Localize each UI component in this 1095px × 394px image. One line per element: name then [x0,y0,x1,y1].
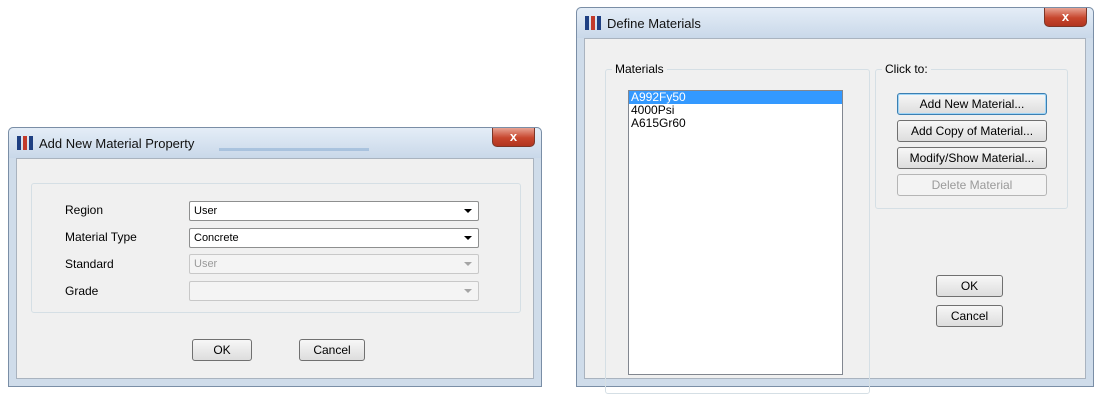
add-material-title: Add New Material Property [39,136,195,151]
define-materials-dialog: Define Materials x Materials A992Fy50 40… [576,7,1094,394]
materials-list[interactable]: A992Fy50 4000Psi A615Gr60 [628,90,843,375]
cancel-button[interactable]: Cancel [936,305,1003,327]
add-copy-material-button[interactable]: Add Copy of Material... [897,120,1047,142]
define-materials-title: Define Materials [607,16,701,31]
close-button[interactable]: x [492,128,535,147]
define-materials-titlebar[interactable]: Define Materials x [577,8,1093,38]
cancel-button[interactable]: Cancel [299,339,365,361]
ok-button[interactable]: OK [936,275,1003,297]
region-select[interactable]: User [189,201,479,221]
app-icon [585,16,601,30]
app-icon [17,136,33,150]
material-type-value: Concrete [194,232,239,244]
ok-button[interactable]: OK [192,339,252,361]
add-material-client: Region User Material Type Concrete Stand… [16,158,534,379]
grade-select [189,281,479,301]
material-item[interactable]: A615Gr60 [629,117,842,130]
click-to-group-label: Click to: [882,62,931,76]
standard-select: User [189,254,479,274]
add-material-titlebar[interactable]: Add New Material Property x [9,128,541,158]
define-materials-client: Materials A992Fy50 4000Psi A615Gr60 Clic… [584,38,1086,394]
click-to-group: Click to: Add New Material... Add Copy o… [875,62,1068,209]
add-material-dialog: Add New Material Property x Region User … [8,127,542,387]
materials-group-label: Materials [612,62,667,76]
dropdown-arrow-icon [464,262,472,266]
close-button[interactable]: x [1044,8,1087,27]
delete-material-button: Delete Material [897,174,1047,196]
standard-value: User [194,258,218,270]
add-new-material-button[interactable]: Add New Material... [897,93,1047,115]
titlebar-decoration [219,148,369,151]
dropdown-arrow-icon[interactable] [464,209,472,213]
materials-group: Materials A992Fy50 4000Psi A615Gr60 [605,62,870,394]
material-type-label: Material Type [65,230,137,244]
material-type-select[interactable]: Concrete [189,228,479,248]
grade-label: Grade [65,284,99,298]
dropdown-arrow-icon [464,289,472,293]
region-label: Region [65,203,104,217]
standard-label: Standard [65,257,114,271]
dropdown-arrow-icon[interactable] [464,236,472,240]
modify-show-material-button[interactable]: Modify/Show Material... [897,147,1047,169]
region-value: User [194,205,218,217]
